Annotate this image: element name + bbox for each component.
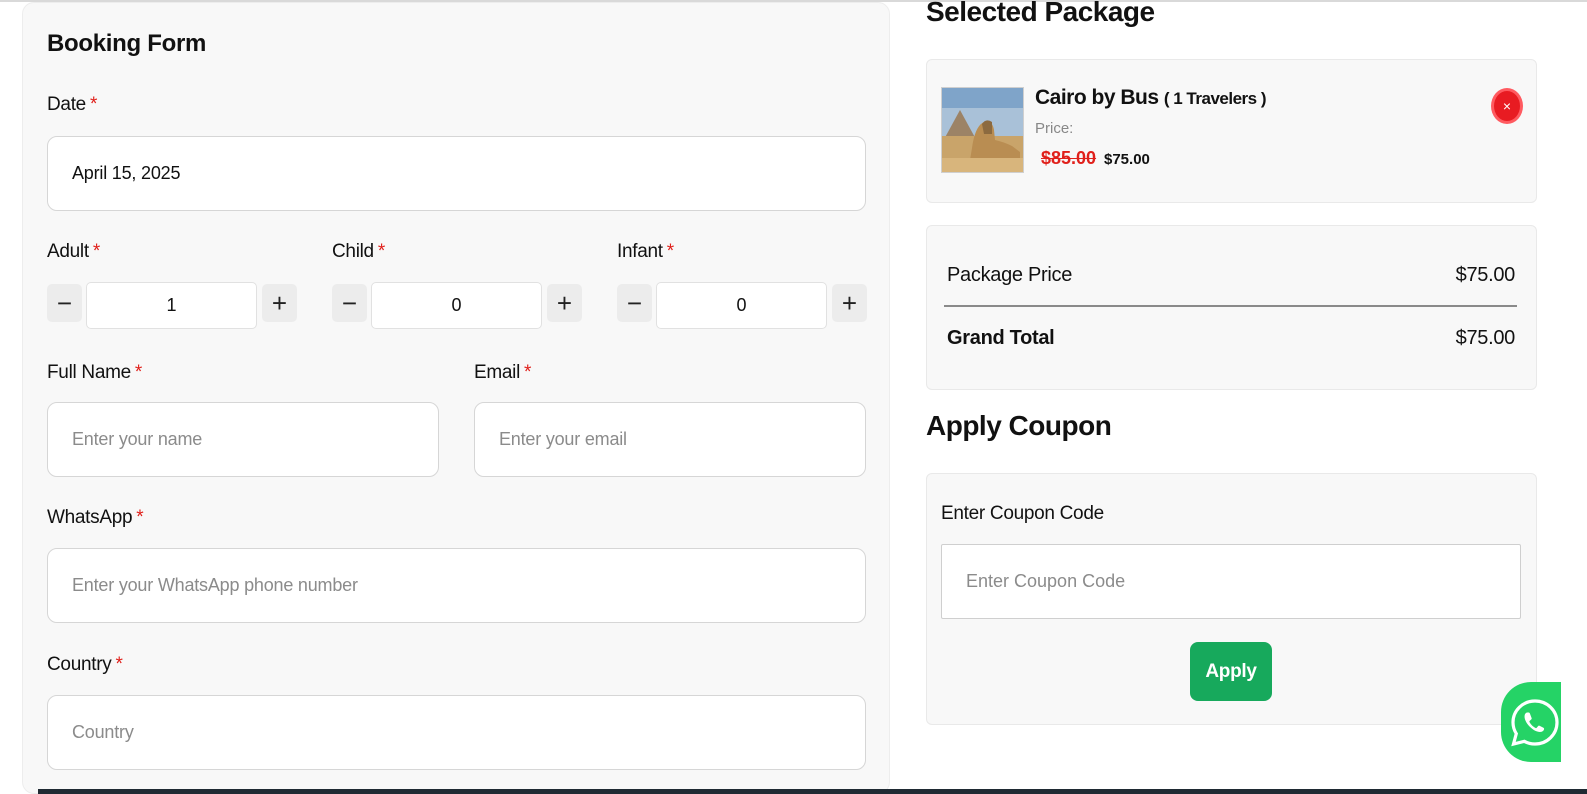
whatsapp-float-button[interactable]	[1501, 682, 1561, 762]
adult-label: Adult *	[47, 241, 100, 262]
price-summary-card	[926, 225, 1537, 390]
email-input[interactable]: Enter your email	[474, 402, 866, 477]
child-decrement-button[interactable]: −	[332, 284, 367, 322]
booking-form-title: Booking Form	[47, 30, 207, 57]
infant-increment-button[interactable]: +	[832, 284, 867, 322]
package-old-price: $85.00	[1041, 148, 1097, 168]
country-label: Country *	[47, 654, 123, 675]
package-travelers: ( 1 Travelers )	[1163, 89, 1267, 108]
coupon-code-input[interactable]: Enter Coupon Code	[941, 544, 1521, 619]
apply-coupon-title: Apply Coupon	[926, 410, 1112, 441]
full-name-input[interactable]: Enter your name	[47, 402, 439, 477]
adult-decrement-button[interactable]: −	[47, 284, 82, 322]
close-icon: ×	[1502, 98, 1512, 114]
package-price-label: Price:	[1035, 120, 1074, 137]
coupon-code-label: Enter Coupon Code	[941, 503, 1104, 524]
child-quantity-input[interactable]: 0	[371, 282, 542, 329]
apply-coupon-button[interactable]: Apply	[1190, 642, 1272, 701]
date-input[interactable]: April 15, 2025	[47, 136, 866, 211]
package-price-label: Package Price	[947, 264, 1073, 286]
summary-divider	[944, 305, 1517, 307]
date-label: Date *	[47, 94, 98, 115]
booking-form-card	[22, 2, 890, 794]
infant-decrement-button[interactable]: −	[617, 284, 652, 322]
adult-increment-button[interactable]: +	[262, 284, 297, 322]
package-name: Cairo by Bus ( 1 Travelers )	[1035, 86, 1267, 109]
whatsapp-icon	[1511, 699, 1559, 747]
adult-quantity-input[interactable]: 1	[86, 282, 257, 329]
grand-total-value: $75.00	[1455, 327, 1516, 349]
package-price-value: $75.00	[1455, 264, 1516, 286]
whatsapp-input[interactable]: Enter your WhatsApp phone number	[47, 548, 866, 623]
child-label: Child *	[332, 241, 385, 262]
grand-total-label: Grand Total	[947, 327, 1055, 349]
package-new-price: $75.00	[1104, 151, 1150, 168]
country-input[interactable]: Country	[47, 695, 866, 770]
remove-package-button[interactable]: ×	[1491, 88, 1523, 124]
page: Booking Form Date * April 15, 2025 Adult *…	[0, 0, 1587, 794]
selected-package-title: Selected Package	[926, 0, 1155, 27]
whatsapp-label: WhatsApp *	[47, 507, 144, 528]
bottom-bar	[38, 789, 1587, 794]
child-increment-button[interactable]: +	[547, 284, 582, 322]
infant-quantity-input[interactable]: 0	[656, 282, 827, 329]
package-thumbnail	[941, 87, 1024, 173]
email-label: Email *	[474, 362, 532, 383]
full-name-label: Full Name *	[47, 362, 142, 383]
infant-label: Infant *	[617, 241, 674, 262]
